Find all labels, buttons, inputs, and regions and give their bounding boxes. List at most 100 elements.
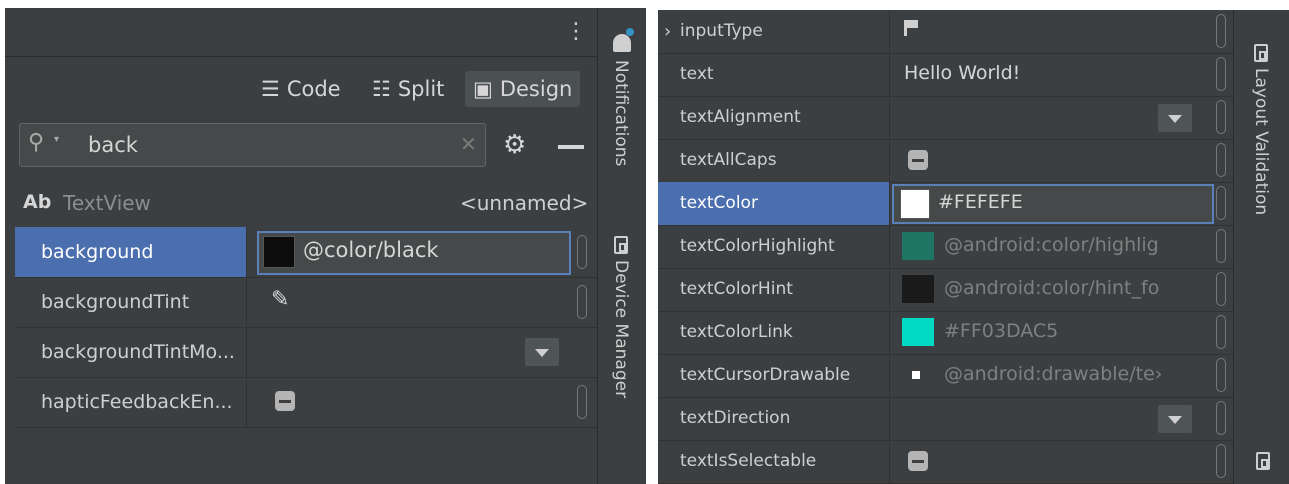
attribute-row-textcolorhighlight[interactable]: textColorHighlight @android:color/highli… xyxy=(658,225,1233,269)
gear-icon[interactable]: ⚙ xyxy=(503,130,526,160)
row-resize-handle[interactable] xyxy=(1216,272,1226,306)
row-resize-handle[interactable] xyxy=(1216,229,1226,263)
attribute-value-cell[interactable] xyxy=(255,327,585,377)
component-header: Ab TextView <unnamed> xyxy=(5,184,597,226)
design-mode-button[interactable]: ▣ Design xyxy=(465,71,581,107)
search-history-dropdown-icon[interactable]: ▾ xyxy=(54,134,59,145)
attribute-row-inputtype[interactable]: › inputType xyxy=(658,10,1233,54)
checkbox-indeterminate-icon[interactable] xyxy=(908,150,928,170)
split-mode-button[interactable]: ☷ Split xyxy=(372,71,444,107)
attribute-row-textalignment[interactable]: textAlignment xyxy=(658,96,1233,140)
attribute-row-backgroundtint[interactable]: backgroundTint ✎ xyxy=(15,277,597,328)
attribute-value-text[interactable]: @android:color/highlig xyxy=(944,234,1159,256)
attribute-row-textcolorlink[interactable]: textColorLink #FF03DAC5 xyxy=(658,311,1233,355)
color-swatch[interactable] xyxy=(902,318,934,346)
attribute-row-textcolor[interactable]: textColor #FEFEFE xyxy=(658,182,1233,226)
row-resize-handle[interactable] xyxy=(1216,100,1226,134)
design-mode-label: Design xyxy=(499,77,573,101)
color-swatch[interactable] xyxy=(902,275,934,303)
attribute-search-box[interactable]: ⚲ ▾ ✕ xyxy=(19,123,486,167)
row-resize-handle[interactable] xyxy=(1216,143,1226,177)
attribute-name: textIsSelectable xyxy=(658,440,890,483)
attribute-row-textdirection[interactable]: textDirection xyxy=(658,397,1233,441)
attribute-row-background[interactable]: background @color/black xyxy=(15,227,597,278)
attribute-value-text[interactable]: @color/black xyxy=(303,238,439,262)
attribute-value-text[interactable]: #FF03DAC5 xyxy=(944,320,1058,342)
split-icon: ☷ xyxy=(372,77,391,101)
attribute-value-cell[interactable] xyxy=(890,96,1226,139)
row-resize-handle[interactable] xyxy=(1216,358,1226,392)
attribute-value-cell[interactable]: @color/black xyxy=(255,227,587,277)
chevron-down-icon[interactable] xyxy=(525,338,559,366)
device-manager-tab[interactable]: Device Manager xyxy=(611,260,631,398)
chevron-down-icon[interactable] xyxy=(1158,104,1192,132)
bell-icon[interactable] xyxy=(613,34,631,52)
more-options-icon[interactable]: ⋮ xyxy=(565,18,587,46)
chevron-right-icon[interactable]: › xyxy=(664,10,671,53)
color-swatch[interactable] xyxy=(900,189,930,219)
color-swatch[interactable] xyxy=(902,232,934,260)
attribute-value-text[interactable]: Hello World! xyxy=(904,62,1020,84)
row-resize-handle[interactable] xyxy=(577,285,587,319)
attribute-value-cell[interactable] xyxy=(890,440,1226,483)
search-icon: ⚲ xyxy=(28,130,45,155)
drawable-preview-icon[interactable] xyxy=(912,371,920,379)
attribute-value-cell[interactable]: @android:color/highlig xyxy=(890,225,1226,268)
attribute-value-cell[interactable] xyxy=(890,139,1226,182)
checkbox-indeterminate-icon[interactable] xyxy=(275,391,295,411)
attribute-value-cell[interactable] xyxy=(890,10,1226,53)
attribute-name: textColorHint xyxy=(658,268,890,311)
clear-search-icon[interactable]: ✕ xyxy=(460,132,477,156)
image-icon: ▣ xyxy=(473,77,493,101)
attribute-value-cell[interactable]: ✎ xyxy=(255,277,587,327)
attribute-name: text xyxy=(658,53,890,96)
panel-toolbar: ⋮ xyxy=(5,8,597,57)
checkbox-indeterminate-icon[interactable] xyxy=(908,451,928,471)
attribute-value-editor[interactable]: #FEFEFE xyxy=(892,184,1214,224)
row-resize-handle[interactable] xyxy=(577,385,587,419)
notification-dot-icon xyxy=(626,28,634,36)
search-input[interactable] xyxy=(86,130,440,160)
row-resize-handle[interactable] xyxy=(1216,444,1226,478)
notifications-tab[interactable]: Notifications xyxy=(611,60,631,166)
color-swatch[interactable] xyxy=(263,236,295,268)
component-id[interactable]: <unnamed> xyxy=(460,191,588,215)
chevron-down-icon[interactable] xyxy=(1158,405,1192,433)
row-resize-handle[interactable] xyxy=(577,235,587,269)
attribute-row-text[interactable]: text Hello World! xyxy=(658,53,1233,97)
attribute-value-cell[interactable]: #FEFEFE xyxy=(890,182,1226,225)
attribute-name: backgroundTintMo... xyxy=(15,327,247,377)
flag-icon[interactable] xyxy=(904,20,918,36)
layout-validation-icon xyxy=(1254,44,1268,62)
attribute-value-cell[interactable] xyxy=(255,377,587,427)
layout-validation-tab[interactable]: Layout Validation xyxy=(1251,68,1271,215)
collapse-icon[interactable] xyxy=(558,145,584,149)
attribute-row-backgroundtintmode[interactable]: backgroundTintMo... xyxy=(15,327,597,378)
attribute-row-textallcaps[interactable]: textAllCaps xyxy=(658,139,1233,183)
attribute-name: textDirection xyxy=(658,397,890,440)
row-resize-handle[interactable] xyxy=(1216,186,1226,220)
row-resize-handle[interactable] xyxy=(1216,57,1226,91)
attribute-value-text[interactable]: @android:drawable/te› xyxy=(944,363,1162,385)
attribute-row-textisselectable[interactable]: textIsSelectable xyxy=(658,440,1233,484)
attribute-value-cell[interactable]: Hello World! xyxy=(890,53,1226,96)
attribute-value-editor[interactable]: @color/black xyxy=(257,231,571,275)
attribute-value-text[interactable]: #FEFEFE xyxy=(938,191,1023,213)
attribute-value-cell[interactable]: #FF03DAC5 xyxy=(890,311,1226,354)
attribute-value-cell[interactable]: @android:color/hint_fo xyxy=(890,268,1226,311)
attribute-row-hapticfeedbackenabled[interactable]: hapticFeedbackEn... xyxy=(15,377,597,428)
row-resize-handle[interactable] xyxy=(1216,14,1226,48)
attribute-row-textcolorhint[interactable]: textColorHint @android:color/hint_fo xyxy=(658,268,1233,312)
attribute-value-cell[interactable] xyxy=(890,397,1226,440)
attribute-row-textcursordrawable[interactable]: textCursorDrawable @android:drawable/te› xyxy=(658,354,1233,398)
attributes-panel-left: ⋮ ☰Code ☷Split ▣Design ⚲ ▾ ✕ ⚙ Ab TextVi… xyxy=(5,8,597,484)
row-resize-handle[interactable] xyxy=(1216,315,1226,349)
color-picker-icon[interactable]: ✎ xyxy=(271,287,289,312)
row-resize-handle[interactable] xyxy=(1216,401,1226,435)
attribute-value-cell[interactable]: @android:drawable/te› xyxy=(890,354,1226,397)
attribute-name: textCursorDrawable xyxy=(658,354,890,397)
device-icon[interactable] xyxy=(1256,452,1270,470)
device-manager-icon xyxy=(614,236,628,254)
code-mode-button[interactable]: ☰ Code xyxy=(261,71,341,107)
attribute-value-text[interactable]: @android:color/hint_fo xyxy=(944,277,1159,299)
